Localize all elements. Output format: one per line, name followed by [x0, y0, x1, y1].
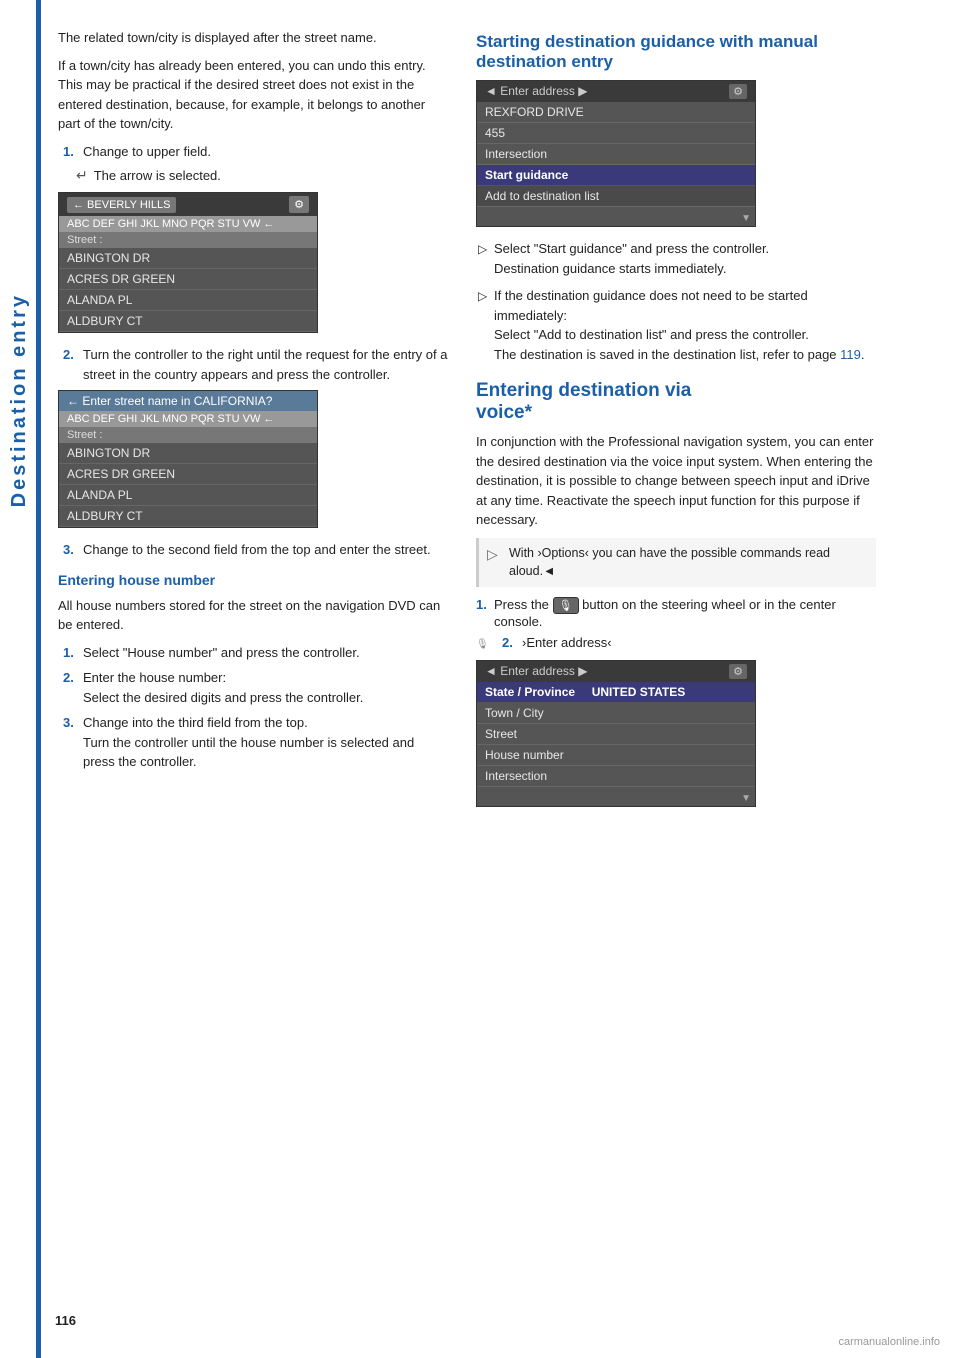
- nav-ui-2-street-label: Street :: [59, 427, 317, 443]
- guidance-bullet2: ▷ If the destination guidance does not n…: [478, 286, 876, 364]
- guidance-heading: Starting destination guidance with manua…: [476, 32, 876, 72]
- nav-ui-4-intersection: Intersection: [477, 766, 755, 787]
- step2-text: Turn the controller to the right until t…: [83, 345, 448, 384]
- house-step3-text: Change into the third field from the top…: [83, 713, 448, 772]
- step1-text: Change to upper field.: [83, 142, 211, 162]
- step3-text: Change to the second field from the top …: [83, 540, 431, 560]
- note-text: With ›Options‹ you can have the possible…: [509, 544, 868, 582]
- nav-ui-3-row2: 455: [477, 123, 755, 144]
- nav-ui-4-state: State / Province UNITED STATES: [477, 682, 755, 703]
- nav-ui-3-start-guidance: Start guidance: [477, 165, 755, 186]
- nav-ui-4-house: House number: [477, 745, 755, 766]
- nav-ui-4-street: Street: [477, 724, 755, 745]
- nav-ui-4-header-text: ◄ Enter address ▶: [485, 664, 587, 679]
- step1-item: 1. Change to upper field.: [63, 142, 448, 162]
- nav-ui-beverly-hills: ← BEVERLY HILLS ⚙ ABC DEF GHI JKL MNO PQ…: [58, 192, 318, 333]
- nav-ui-2-header-text: ← Enter street name in CALIFORNIA?: [67, 394, 272, 408]
- guidance-bullet1: ▷ Select "Start guidance" and press the …: [478, 239, 876, 278]
- nav-ui-1-row3: ALANDA PL: [59, 290, 317, 311]
- voice-para: In conjunction with the Professional nav…: [476, 432, 876, 530]
- nav-ui-3-add-destination: Add to destination list: [477, 186, 755, 207]
- nav-ui-3-row3: Intersection: [477, 144, 755, 165]
- nav-ui-guidance: ◄ Enter address ▶ ⚙ REXFORD DRIVE 455 In…: [476, 80, 756, 227]
- nav-settings-icon: ⚙: [289, 196, 309, 213]
- nav-ui-2-header: ← Enter street name in CALIFORNIA?: [59, 391, 317, 411]
- sidebar-label: Destination entry: [8, 293, 31, 507]
- nav-ui-1-row2: ACRES DR GREEN: [59, 269, 317, 290]
- arrow-icon: ↵: [76, 167, 88, 184]
- nav-ui-4-header: ◄ Enter address ▶ ⚙: [477, 661, 755, 682]
- nav-ui-voice: ◄ Enter address ▶ ⚙ State / Province UNI…: [476, 660, 756, 807]
- nav-ui-3-settings: ⚙: [729, 84, 747, 99]
- note-triangle-icon: ▷: [487, 544, 501, 582]
- voice-heading-text: Entering destination viavoice*: [476, 380, 691, 423]
- left-column: The related town/city is displayed after…: [58, 28, 448, 819]
- nav-ui-2-keyboard: ABC DEF GHI JKL MNO PQR STU VW ←: [59, 411, 317, 427]
- page-link: 119: [840, 347, 861, 362]
- note-box: ▷ With ›Options‹ you can have the possib…: [476, 538, 876, 588]
- voice-step1-text: Press the 🎙 button on the steering wheel…: [494, 597, 876, 629]
- sidebar-label-container: Destination entry: [0, 200, 38, 600]
- step2-item: 2. Turn the controller to the right unti…: [63, 345, 448, 384]
- voice-step2-icon: 🎙: [476, 639, 496, 650]
- voice-step2-text: ›Enter address‹: [522, 635, 612, 650]
- guidance-bullet1-text: Select "Start guidance" and press the co…: [494, 239, 769, 278]
- voice-step2: 🎙 2. ›Enter address‹: [476, 635, 876, 650]
- house-step3: 3. Change into the third field from the …: [63, 713, 448, 772]
- watermark: carmanualonline.info: [838, 1336, 940, 1348]
- arrow-note: The arrow is selected.: [94, 168, 221, 183]
- intro-para2: If a town/city has already been entered,…: [58, 56, 448, 134]
- guidance-bullets: ▷ Select "Start guidance" and press the …: [476, 239, 876, 364]
- page-number: 116: [55, 1313, 76, 1328]
- house-step2: 2. Enter the house number:Select the des…: [63, 668, 448, 707]
- house-step2-text: Enter the house number:Select the desire…: [83, 668, 363, 707]
- voice-step1: 1. Press the 🎙 button on the steering wh…: [476, 597, 876, 629]
- house-step1: 1. Select "House number" and press the c…: [63, 643, 448, 663]
- nav-ui-1-row4: ALDBURY CT: [59, 311, 317, 332]
- step3-item: 3. Change to the second field from the t…: [63, 540, 448, 560]
- nav-ui-1-street-label: Street :: [59, 232, 317, 248]
- nav-ui-2-row1: ABINGTON DR: [59, 443, 317, 464]
- nav-ui-1-keyboard: ABC DEF GHI JKL MNO PQR STU VW ←: [59, 216, 317, 232]
- bullet-arrow-2: ▷: [478, 287, 488, 364]
- nav-ui-3-header: ◄ Enter address ▶ ⚙: [477, 81, 755, 102]
- guidance-bullet2-text: If the destination guidance does not nee…: [494, 286, 876, 364]
- nav-ui-4-town: Town / City: [477, 703, 755, 724]
- nav-ui-1-row1: ABINGTON DR: [59, 248, 317, 269]
- nav-back-btn: ← BEVERLY HILLS: [67, 197, 176, 213]
- intro-para1: The related town/city is displayed after…: [58, 28, 448, 48]
- nav-ui-3-header-text: ◄ Enter address ▶: [485, 84, 587, 99]
- nav-ui-3-scroll: ▼: [477, 207, 755, 226]
- nav-ui-1-header: ← BEVERLY HILLS ⚙: [59, 193, 317, 216]
- nav-ui-3-row1: REXFORD DRIVE: [477, 102, 755, 123]
- house-number-para: All house numbers stored for the street …: [58, 596, 448, 635]
- right-column: Starting destination guidance with manua…: [476, 28, 876, 819]
- house-number-heading: Entering house number: [58, 572, 448, 588]
- nav-ui-4-settings: ⚙: [729, 664, 747, 679]
- voice-heading: Entering destination viavoice*: [476, 380, 876, 424]
- bullet-arrow-1: ▷: [478, 240, 488, 278]
- nav-ui-2-row4: ALDBURY CT: [59, 506, 317, 527]
- nav-ui-california: ← Enter street name in CALIFORNIA? ABC D…: [58, 390, 318, 528]
- house-step1-text: Select "House number" and press the cont…: [83, 643, 360, 663]
- nav-ui-4-scroll: ▼: [477, 787, 755, 806]
- nav-ui-2-row2: ACRES DR GREEN: [59, 464, 317, 485]
- voice-button: 🎙: [553, 597, 579, 614]
- nav-ui-2-row3: ALANDA PL: [59, 485, 317, 506]
